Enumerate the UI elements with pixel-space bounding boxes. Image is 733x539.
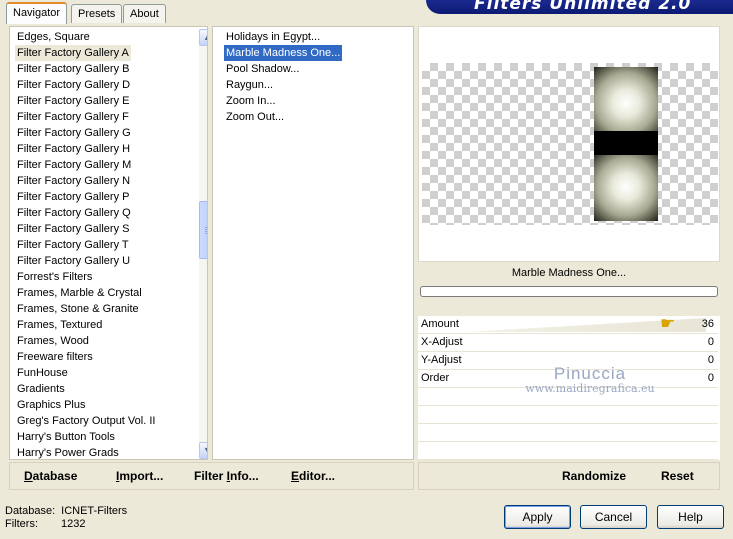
database-value: ICNET-Filters: [61, 505, 128, 517]
category-list[interactable]: ▲ ▼ Edges, SquareFilter Factory Gallery …: [9, 26, 208, 460]
category-item[interactable]: FunHouse: [17, 365, 68, 381]
marble-effect-preview: [594, 67, 658, 221]
category-item[interactable]: Filter Factory Gallery E: [17, 93, 129, 109]
scroll-down-button[interactable]: ▼: [199, 442, 207, 459]
right-button-bar: Randomize Reset: [418, 462, 720, 490]
category-item[interactable]: Frames, Wood: [17, 333, 89, 349]
category-item[interactable]: Harry's Button Tools: [17, 429, 115, 445]
category-item[interactable]: Filter Factory Gallery P: [17, 189, 129, 205]
scroll-thumb[interactable]: [199, 201, 207, 259]
left-button-bar: Database Import... Filter Info... Editor…: [9, 462, 414, 490]
category-item[interactable]: Filter Factory Gallery S: [17, 221, 129, 237]
category-item[interactable]: Filter Factory Gallery T: [17, 237, 129, 253]
param-value: 36: [701, 318, 714, 330]
watermark: Pinuccia www.maidiregrafica.eu: [520, 364, 660, 395]
watermark-name: Pinuccia: [553, 364, 627, 383]
database-label: Database:: [5, 505, 56, 517]
param-value: 0: [707, 354, 714, 366]
category-item[interactable]: Filter Factory Gallery Q: [17, 205, 131, 221]
category-item[interactable]: Harry's Power Grads: [17, 445, 119, 459]
scroll-up-button[interactable]: ▲: [199, 29, 207, 46]
import-button[interactable]: Import...: [116, 469, 163, 483]
database-info: Database: ICNET-Filters Filters: 1232: [5, 505, 127, 531]
reset-button[interactable]: Reset: [661, 469, 694, 483]
category-item[interactable]: Filter Factory Gallery B: [17, 61, 129, 77]
filter-item[interactable]: Pool Shadow...: [224, 61, 301, 77]
param-label: Amount: [421, 318, 459, 330]
filters-label: Filters:: [5, 518, 38, 530]
category-item[interactable]: Edges, Square: [17, 29, 90, 45]
apply-button[interactable]: Apply: [504, 505, 571, 529]
cancel-button[interactable]: Cancel: [580, 505, 647, 529]
category-item[interactable]: Gradients: [17, 381, 65, 397]
database-button[interactable]: Database: [24, 469, 77, 483]
category-item[interactable]: Frames, Stone & Granite: [17, 301, 139, 317]
randomize-button[interactable]: Randomize: [562, 469, 626, 483]
category-item[interactable]: Filter Factory Gallery G: [17, 125, 131, 141]
category-item[interactable]: Filter Factory Gallery A: [15, 45, 131, 61]
param-label: Y-Adjust: [421, 354, 462, 366]
filter-info-button[interactable]: Filter Info...: [194, 469, 259, 483]
category-item[interactable]: Freeware filters: [17, 349, 93, 365]
progress-bar: [420, 286, 718, 297]
param-label: X-Adjust: [421, 336, 463, 348]
category-item[interactable]: Filter Factory Gallery D: [17, 77, 130, 93]
param-empty-row: [418, 406, 718, 424]
filter-item[interactable]: Marble Madness One...: [224, 45, 343, 61]
category-item[interactable]: Graphics Plus: [17, 397, 85, 413]
param-x-adjust[interactable]: X-Adjust 0: [418, 334, 718, 352]
param-label: Order: [421, 372, 450, 384]
category-item[interactable]: Forrest's Filters: [17, 269, 92, 285]
category-item[interactable]: Filter Factory Gallery U: [17, 253, 130, 269]
param-value: 0: [707, 336, 714, 348]
category-item[interactable]: Filter Factory Gallery N: [17, 173, 130, 189]
param-value: 0: [707, 372, 714, 384]
filter-item[interactable]: Zoom Out...: [224, 109, 286, 125]
help-button[interactable]: Help: [657, 505, 724, 529]
category-item[interactable]: Frames, Marble & Crystal: [17, 285, 142, 301]
selected-filter-name: Marble Madness One...: [418, 262, 720, 285]
filter-item[interactable]: Raygun...: [224, 77, 275, 93]
title-banner: Filters Unlimited 2.0: [426, 0, 733, 14]
pointing-hand-icon: ☛: [660, 314, 676, 333]
category-item[interactable]: Filter Factory Gallery F: [17, 109, 129, 125]
watermark-url: www.maidiregrafica.eu: [525, 382, 655, 395]
filters-value: 1232: [61, 518, 86, 530]
banner-title: Filters Unlimited 2.0: [474, 0, 692, 14]
category-item[interactable]: Greg's Factory Output Vol. II: [17, 413, 155, 429]
editor-button[interactable]: Editor...: [291, 469, 335, 483]
category-item[interactable]: Frames, Textured: [17, 317, 102, 333]
category-item[interactable]: Filter Factory Gallery H: [17, 141, 130, 157]
filter-item[interactable]: Holidays in Egypt...: [224, 29, 322, 45]
category-item[interactable]: Filter Factory Gallery M: [17, 157, 131, 173]
filter-item[interactable]: Zoom In...: [224, 93, 278, 109]
param-amount[interactable]: Amount ☛ 36: [418, 314, 718, 334]
param-empty-row: [418, 424, 718, 442]
tab-presets[interactable]: Presets: [71, 4, 123, 23]
preview-image: [422, 63, 718, 225]
category-scrollbar[interactable]: ▲ ▼: [199, 29, 207, 459]
tab-navigator[interactable]: Navigator: [6, 2, 68, 24]
tab-about[interactable]: About: [123, 4, 166, 23]
filter-list[interactable]: Holidays in Egypt... Marble Madness One..…: [212, 26, 414, 460]
preview-panel: [418, 26, 720, 262]
param-empty-row: [418, 442, 718, 460]
